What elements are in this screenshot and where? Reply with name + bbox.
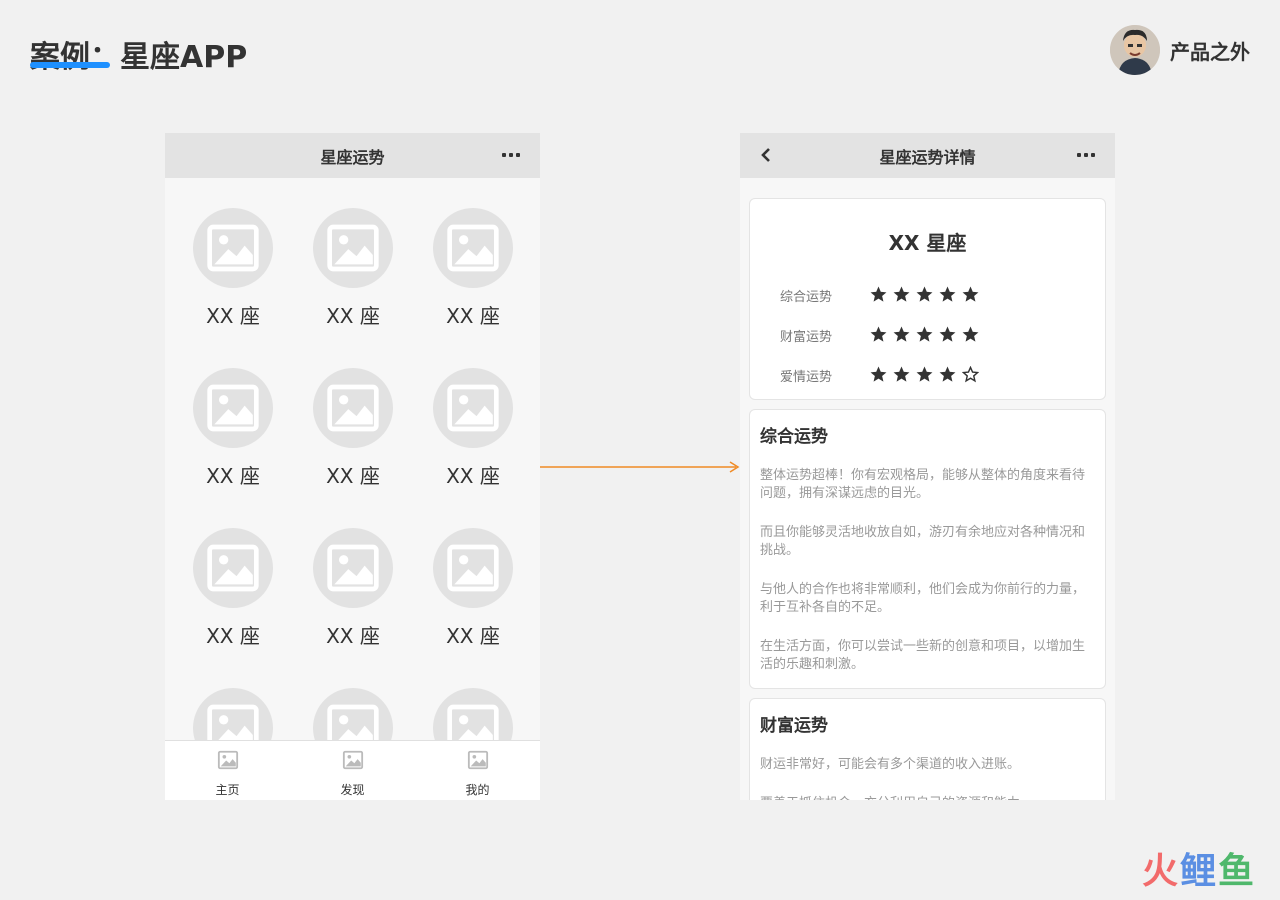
rating-label: 综合运势 [780, 289, 833, 305]
zodiac-item[interactable]: XX 座 [293, 528, 413, 688]
image-placeholder-icon [193, 208, 273, 288]
star-filled-icon [870, 366, 888, 384]
detail-nav-bar: 星座运势详情 [740, 133, 1115, 178]
star-rating [870, 365, 985, 384]
zodiac-item[interactable]: XX 座 [173, 528, 293, 688]
star-filled-icon [939, 326, 957, 344]
star-filled-icon [939, 286, 957, 304]
star-filled-icon [893, 286, 911, 304]
zodiac-item[interactable]: XX 座 [173, 208, 293, 368]
image-placeholder-icon [313, 528, 393, 608]
zodiac-item-label: XX 座 [206, 624, 260, 648]
zodiac-item[interactable]: XX 座 [413, 208, 533, 368]
zodiac-grid: XX 座XX 座XX 座XX 座XX 座XX 座XX 座XX 座XX 座XX 座… [165, 208, 540, 800]
tab-label: 发现 [340, 783, 365, 797]
sign-name: XX 星座 [888, 231, 967, 255]
section-paragraph: 在生活方面，你可以尝试一些新的创意和项目，以增加生活的乐趣和刺激。 [760, 639, 1086, 672]
zodiac-item[interactable]: XX 座 [173, 368, 293, 528]
watermark-part-1: 火 [1141, 851, 1180, 892]
image-placeholder-icon [433, 528, 513, 608]
image-placeholder-icon [313, 368, 393, 448]
rating-row: 综合运势 [750, 286, 1105, 305]
image-icon [467, 749, 489, 775]
brand: 产品之外 [1110, 25, 1250, 75]
ratings: 综合运势财富运势爱情运势 [750, 286, 1105, 385]
fortune-section-card: 财富运势财运非常好，可能会有多个渠道的收入进账。要善于抓住机会，充分利用自己的资… [749, 698, 1106, 800]
star-filled-icon [893, 326, 911, 344]
detail-body: XX 星座 综合运势 财富运势 爱情运势 综合运势 整体运势超棒！你有宏观格局，能够从… [740, 178, 1115, 800]
rating-label: 财富运势 [780, 329, 833, 345]
sign-summary-card: XX 星座 综合运势财富运势爱情运势 [749, 198, 1106, 400]
image-placeholder-icon [433, 208, 513, 288]
image-placeholder-icon [433, 368, 513, 448]
zodiac-item[interactable]: XX 座 [413, 528, 533, 688]
tab-bar: 主页 发现 我的 [165, 740, 540, 800]
rating-row: 财富运势 [750, 326, 1105, 345]
brand-name: 产品之外 [1170, 39, 1250, 64]
rating-row: 爱情运势 [750, 365, 1105, 385]
star-filled-icon [893, 366, 911, 384]
zodiac-item[interactable]: XX 座 [293, 208, 413, 368]
star-filled-icon [962, 326, 980, 344]
image-placeholder-icon [193, 368, 273, 448]
zodiac-item-label: XX 座 [326, 464, 380, 488]
section-paragraph: 与他人的合作也将非常顺利，他们会成为你前行的力量，利于互补各自的不足。 [760, 582, 1086, 615]
avatar [1110, 25, 1160, 75]
star-filled-icon [916, 366, 934, 384]
zodiac-item-label: XX 座 [206, 464, 260, 488]
watermark-part-2: 鲤 [1179, 851, 1218, 892]
list-nav-title: 星座运势 [320, 147, 385, 167]
zodiac-item-label: XX 座 [326, 624, 380, 648]
star-outline-icon [961, 365, 980, 384]
list-screen: 星座运势 XX 座 XX 座 XX 座 XX 座 XX 座 XX 座 XX 座 XX 座 XX … [165, 133, 540, 800]
section-title: 综合运势 [760, 427, 828, 447]
star-rating [870, 286, 985, 304]
image-icon [342, 749, 364, 775]
page-title: 案例：星座APP [30, 32, 247, 76]
page-title-text: 案例：星座APP [30, 40, 248, 75]
watermark-part-3: 鱼 [1217, 851, 1256, 892]
zodiac-item[interactable]: XX 座 [413, 368, 533, 528]
section-paragraph: 整体运势超棒！你有宏观格局，能够从整体的角度来看待问题，拥有深谋远虑的目光。 [760, 468, 1086, 501]
more-icon[interactable] [502, 148, 520, 162]
image-placeholder-icon [193, 528, 273, 608]
tab-item[interactable]: 发现 [290, 741, 415, 800]
zodiac-item[interactable]: XX 座 [293, 368, 413, 528]
back-icon[interactable] [758, 146, 776, 164]
tab-label: 主页 [215, 783, 240, 797]
section-title: 财富运势 [760, 716, 828, 736]
watermark-logo: 火鲤鱼 [1142, 842, 1256, 894]
zodiac-item-label: XX 座 [446, 304, 500, 328]
detail-nav-title: 星座运势详情 [879, 147, 976, 167]
rating-label: 爱情运势 [780, 369, 833, 385]
star-filled-icon [916, 286, 934, 304]
image-placeholder-icon [313, 208, 393, 288]
fortune-section-card: 综合运势整体运势超棒！你有宏观格局，能够从整体的角度来看待问题，拥有深谋远虑的目… [749, 409, 1106, 689]
star-rating [870, 326, 985, 344]
tab-item[interactable]: 我的 [415, 741, 540, 800]
star-filled-icon [870, 286, 888, 304]
fortune-sections: 综合运势整体运势超棒！你有宏观格局，能够从整体的角度来看待问题，拥有深谋远虑的目… [749, 409, 1106, 800]
zodiac-item-label: XX 座 [446, 464, 500, 488]
zodiac-item-label: XX 座 [326, 304, 380, 328]
zodiac-item-label: XX 座 [206, 304, 260, 328]
detail-screen: 星座运势详情 XX 星座 综合运势 财富运势 爱情运势 综合运势 整体运势超棒！你有宏… [740, 133, 1115, 800]
section-paragraph: 而且你能够灵活地收放自如，游刃有余地应对各种情况和挑战。 [760, 525, 1086, 558]
star-filled-icon [962, 286, 980, 304]
list-nav-bar: 星座运势 [165, 133, 540, 178]
star-filled-icon [939, 366, 957, 384]
image-icon [217, 749, 239, 775]
flow-arrow [540, 461, 740, 473]
title-underline [30, 62, 110, 68]
star-filled-icon [870, 326, 888, 344]
zodiac-item-label: XX 座 [446, 624, 500, 648]
star-filled-icon [916, 326, 934, 344]
more-icon[interactable] [1077, 148, 1095, 162]
section-paragraph: 财运非常好，可能会有多个渠道的收入进账。 [760, 757, 1021, 772]
section-paragraph: 要善于抓住机会，充分利用自己的资源和能力。 [760, 795, 1095, 800]
tab-label: 我的 [465, 783, 490, 797]
tab-item[interactable]: 主页 [165, 741, 290, 800]
